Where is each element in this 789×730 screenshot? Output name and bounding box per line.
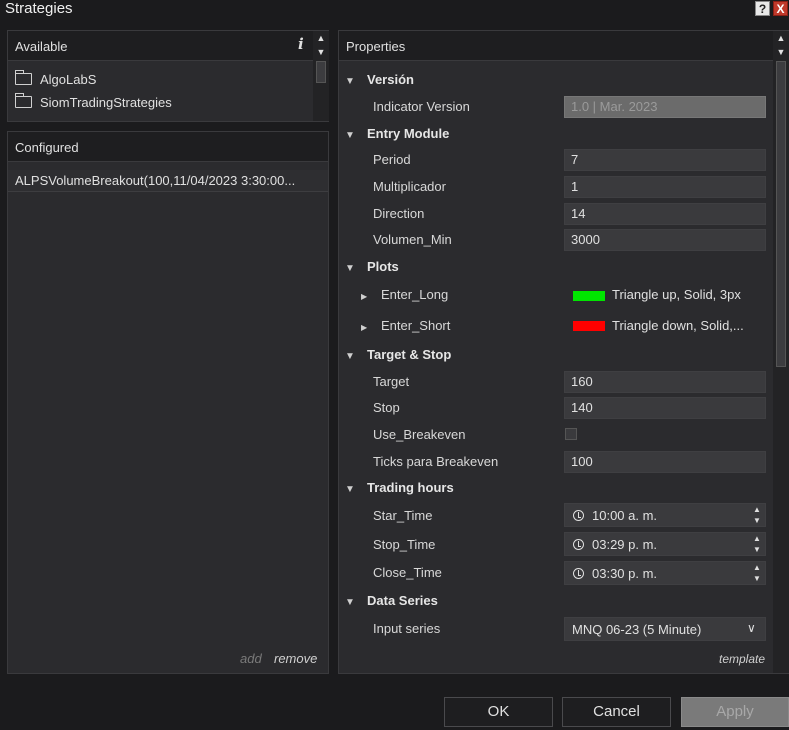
prop-label-target: Target <box>373 374 410 389</box>
window-title: Strategies <box>5 0 73 17</box>
spin-down-icon[interactable]: ▼ <box>751 516 763 526</box>
scroll-up-icon[interactable]: ▲ <box>313 31 329 45</box>
add-link[interactable]: add <box>240 651 262 666</box>
spin-up-icon[interactable]: ▲ <box>751 563 763 573</box>
scroll-up-icon[interactable]: ▲ <box>773 31 789 45</box>
template-link[interactable]: template <box>719 652 765 666</box>
collapse-caret-icon: ▼ <box>345 484 355 495</box>
enter-long-value[interactable]: Triangle up, Solid, 3px <box>612 284 741 306</box>
properties-scrollbar[interactable]: ▲ ▼ <box>773 31 789 673</box>
scroll-thumb[interactable] <box>776 61 786 367</box>
target-field[interactable]: 160 <box>564 371 766 393</box>
expand-caret-icon: ▶ <box>361 323 368 332</box>
expand-caret-icon: ▶ <box>361 292 368 301</box>
chevron-down-icon: ∨ <box>747 621 756 635</box>
collapse-caret-icon: ▼ <box>345 263 355 274</box>
collapse-caret-icon: ▼ <box>345 76 355 87</box>
stop-field[interactable]: 140 <box>564 397 766 419</box>
clock-icon <box>573 568 584 579</box>
spin-down-icon[interactable]: ▼ <box>751 545 763 555</box>
prop-label-period: Period <box>373 152 411 167</box>
direction-field[interactable]: 14 <box>564 203 766 225</box>
prop-label-input-series: Input series <box>373 621 441 636</box>
prop-label-use-breakeven: Use_Breakeven <box>373 427 466 442</box>
folder-icon <box>14 70 32 85</box>
close-time-value[interactable]: 03:30 p. m. <box>592 566 657 581</box>
plot-enter-short[interactable]: ▶ Enter_Short <box>361 315 450 337</box>
apply-button[interactable]: Apply <box>681 697 789 727</box>
prop-label-volumen-min: Volumen_Min <box>373 232 452 247</box>
folder-icon <box>14 93 32 108</box>
short-color-swatch[interactable] <box>573 321 605 331</box>
clock-icon <box>573 510 584 521</box>
prop-label-close-time: Close_Time <box>373 565 442 580</box>
close-button[interactable]: X <box>773 1 788 16</box>
remove-link[interactable]: remove <box>274 651 317 666</box>
indicator-version-field: 1.0 | Mar. 2023 <box>564 96 766 118</box>
category-entry-module[interactable]: ▼ Entry Module <box>345 123 449 145</box>
properties-panel: Properties ▼ Versión Indicator Version 1.… <box>338 30 789 674</box>
available-scrollbar[interactable]: ▲ ▼ <box>313 31 329 121</box>
stop-time-value[interactable]: 03:29 p. m. <box>592 537 657 552</box>
close-time-picker[interactable]: 03:30 p. m. ▲ ▼ <box>564 561 766 585</box>
category-data-series[interactable]: ▼ Data Series <box>345 590 438 612</box>
collapse-caret-icon: ▼ <box>345 351 355 362</box>
category-target-stop[interactable]: ▼ Target & Stop <box>345 344 451 366</box>
prop-label-star-time: Star_Time <box>373 508 433 523</box>
configured-item[interactable]: ALPSVolumeBreakout(100,11/04/2023 3:30:0… <box>8 170 328 192</box>
enter-short-value[interactable]: Triangle down, Solid,... <box>612 315 744 337</box>
use-breakeven-checkbox[interactable] <box>565 428 577 440</box>
configured-panel: Configured ALPSVolumeBreakout(100,11/04/… <box>7 131 329 674</box>
scroll-thumb[interactable] <box>316 61 326 83</box>
stop-time-picker[interactable]: 03:29 p. m. ▲ ▼ <box>564 532 766 556</box>
properties-header: Properties <box>339 31 788 61</box>
multiplicador-field[interactable]: 1 <box>564 176 766 198</box>
input-series-value: MNQ 06-23 (5 Minute) <box>572 622 702 637</box>
star-time-picker[interactable]: 10:00 a. m. ▲ ▼ <box>564 503 766 527</box>
spin-up-icon[interactable]: ▲ <box>751 534 763 544</box>
info-icon[interactable]: i <box>298 35 304 53</box>
spin-down-icon[interactable]: ▼ <box>751 574 763 584</box>
available-panel: Available i AlgoLabS SiomTradingStrategi… <box>7 30 329 122</box>
star-time-value[interactable]: 10:00 a. m. <box>592 508 657 523</box>
prop-label-direction: Direction <box>373 206 425 221</box>
scroll-down-icon[interactable]: ▼ <box>773 45 789 59</box>
scroll-down-icon[interactable]: ▼ <box>313 45 329 59</box>
volumen-min-field[interactable]: 3000 <box>564 229 766 251</box>
cancel-button[interactable]: Cancel <box>562 697 671 727</box>
prop-label-ticks-breakeven: Ticks para Breakeven <box>373 454 499 469</box>
input-series-select[interactable]: MNQ 06-23 (5 Minute) ∨ <box>564 617 766 641</box>
help-button[interactable]: ? <box>755 1 770 16</box>
prop-label-stop-time: Stop_Time <box>373 537 436 552</box>
prop-label-indicator-version: Indicator Version <box>373 99 470 114</box>
plot-enter-long[interactable]: ▶ Enter_Long <box>361 284 448 306</box>
available-header: Available i <box>8 31 328 61</box>
tree-item-siomtradingstrategies[interactable]: SiomTradingStrategies <box>14 92 172 112</box>
configured-title: Configured <box>15 140 79 155</box>
prop-label-multiplicador: Multiplicador <box>373 179 446 194</box>
ticks-breakeven-field[interactable]: 100 <box>564 451 766 473</box>
prop-label-stop: Stop <box>373 400 400 415</box>
clock-icon <box>573 539 584 550</box>
spin-up-icon[interactable]: ▲ <box>751 505 763 515</box>
collapse-caret-icon: ▼ <box>345 597 355 608</box>
tree-item-algolabs[interactable]: AlgoLabS <box>14 69 97 89</box>
category-version[interactable]: ▼ Versión <box>345 69 414 91</box>
category-trading-hours[interactable]: ▼ Trading hours <box>345 477 454 499</box>
collapse-caret-icon: ▼ <box>345 130 355 141</box>
category-plots[interactable]: ▼ Plots <box>345 256 399 278</box>
properties-title: Properties <box>346 39 406 54</box>
tree-item-label: SiomTradingStrategies <box>40 94 172 110</box>
title-bar: Strategies ? X <box>0 0 789 18</box>
available-title: Available <box>15 39 68 54</box>
tree-item-label: AlgoLabS <box>40 71 97 87</box>
long-color-swatch[interactable] <box>573 291 605 301</box>
configured-header: Configured <box>8 132 328 162</box>
ok-button[interactable]: OK <box>444 697 553 727</box>
period-field[interactable]: 7 <box>564 149 766 171</box>
